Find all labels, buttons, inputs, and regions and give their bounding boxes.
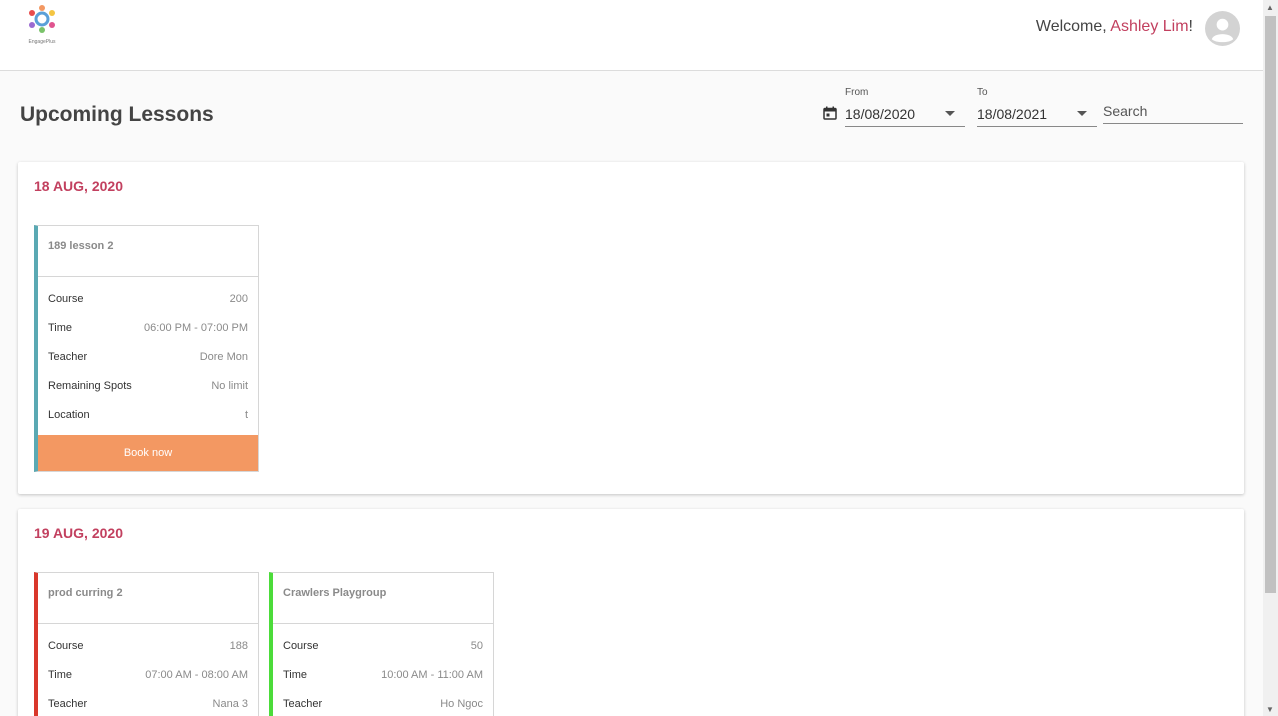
calendar-icon[interactable] xyxy=(823,106,837,120)
lesson-card[interactable]: Crawlers Playgroup Course 50 Time 10:00 AM… xyxy=(269,572,494,716)
time-row: Time 06:00 PM - 07:00 PM xyxy=(38,313,258,342)
day-section: 18 AUG, 2020 189 lesson 2 Course 200 Time… xyxy=(18,162,1244,494)
course-value: 50 xyxy=(470,639,483,652)
to-label: To xyxy=(977,87,988,98)
app-logo[interactable]: EngagePlus xyxy=(24,4,60,48)
lesson-card[interactable]: prod curring 2 Course 188 Time 07:00 AM - … xyxy=(34,572,259,716)
course-row: Course 200 xyxy=(38,284,258,313)
teacher-row: Teacher Ho Ngoc xyxy=(273,689,493,716)
page-scrollbar[interactable]: ▲ ▼ xyxy=(1263,0,1278,716)
location-row: Location t xyxy=(38,400,258,429)
course-value: 188 xyxy=(229,639,248,652)
scroll-down-icon[interactable]: ▼ xyxy=(1266,705,1274,714)
page-title: Upcoming Lessons xyxy=(20,103,214,126)
chevron-down-icon xyxy=(1077,111,1087,116)
time-row: Time 07:00 AM - 08:00 AM xyxy=(38,660,258,689)
time-label: Time xyxy=(48,321,73,334)
course-label: Course xyxy=(48,292,84,305)
to-date-value: 18/08/2021 xyxy=(977,106,1048,122)
time-value: 10:00 AM - 11:00 AM xyxy=(381,668,483,681)
scroll-up-icon[interactable]: ▲ xyxy=(1266,3,1274,12)
from-label: From xyxy=(845,87,869,98)
lesson-title: prod curring 2 xyxy=(38,573,258,624)
remaining-spots-value: No limit xyxy=(211,379,248,392)
logo-icon xyxy=(29,5,55,33)
book-now-button[interactable]: Book now xyxy=(38,435,258,471)
teacher-label: Teacher xyxy=(48,697,88,710)
course-value: 200 xyxy=(229,292,248,305)
search-input[interactable] xyxy=(1103,98,1243,124)
lesson-card[interactable]: 189 lesson 2 Course 200 Time 06:00 PM - 07… xyxy=(34,225,259,472)
day-section: 19 AUG, 2020 prod curring 2 Course 188 Ti… xyxy=(18,509,1244,716)
teacher-row: Teacher Nana 3 xyxy=(38,689,258,716)
welcome-suffix: ! xyxy=(1188,18,1193,35)
day-date: 19 AUG, 2020 xyxy=(34,525,123,541)
welcome-prefix: Welcome, xyxy=(1035,18,1111,35)
scrollbar-thumb[interactable] xyxy=(1265,16,1276,593)
time-row: Time 10:00 AM - 11:00 AM xyxy=(273,660,493,689)
user-name[interactable]: Ashley Lim xyxy=(1110,18,1188,35)
teacher-row: Teacher Dore Mon xyxy=(38,342,258,371)
course-label: Course xyxy=(283,639,319,652)
teacher-value: Nana 3 xyxy=(212,697,248,710)
teacher-label: Teacher xyxy=(48,350,88,363)
remaining-spots-label: Remaining Spots xyxy=(48,379,132,392)
welcome-message: Welcome, Ashley Lim! xyxy=(1036,18,1193,36)
teacher-value: Dore Mon xyxy=(199,350,248,363)
course-row: Course 188 xyxy=(38,631,258,660)
course-label: Course xyxy=(48,639,84,652)
time-value: 07:00 AM - 08:00 AM xyxy=(145,668,248,681)
from-date-select[interactable]: 18/08/2020 xyxy=(845,102,965,127)
teacher-label: Teacher xyxy=(283,697,323,710)
location-value: t xyxy=(244,408,248,421)
teacher-value: Ho Ngoc xyxy=(440,697,483,710)
day-date: 18 AUG, 2020 xyxy=(34,178,123,194)
app-header: EngagePlus Welcome, Ashley Lim! xyxy=(0,0,1263,71)
from-date-value: 18/08/2020 xyxy=(845,106,916,122)
location-label: Location xyxy=(48,408,90,421)
course-row: Course 50 xyxy=(273,631,493,660)
lesson-title: Crawlers Playgroup xyxy=(273,573,493,624)
user-avatar-icon[interactable] xyxy=(1205,11,1240,46)
lesson-title: 189 lesson 2 xyxy=(38,226,258,277)
to-date-select[interactable]: 18/08/2021 xyxy=(977,102,1097,127)
time-label: Time xyxy=(48,668,73,681)
time-label: Time xyxy=(283,668,308,681)
logo-text: EngagePlus xyxy=(28,39,56,45)
remaining-spots-row: Remaining Spots No limit xyxy=(38,371,258,400)
time-value: 06:00 PM - 07:00 PM xyxy=(144,321,248,334)
chevron-down-icon xyxy=(945,111,955,116)
